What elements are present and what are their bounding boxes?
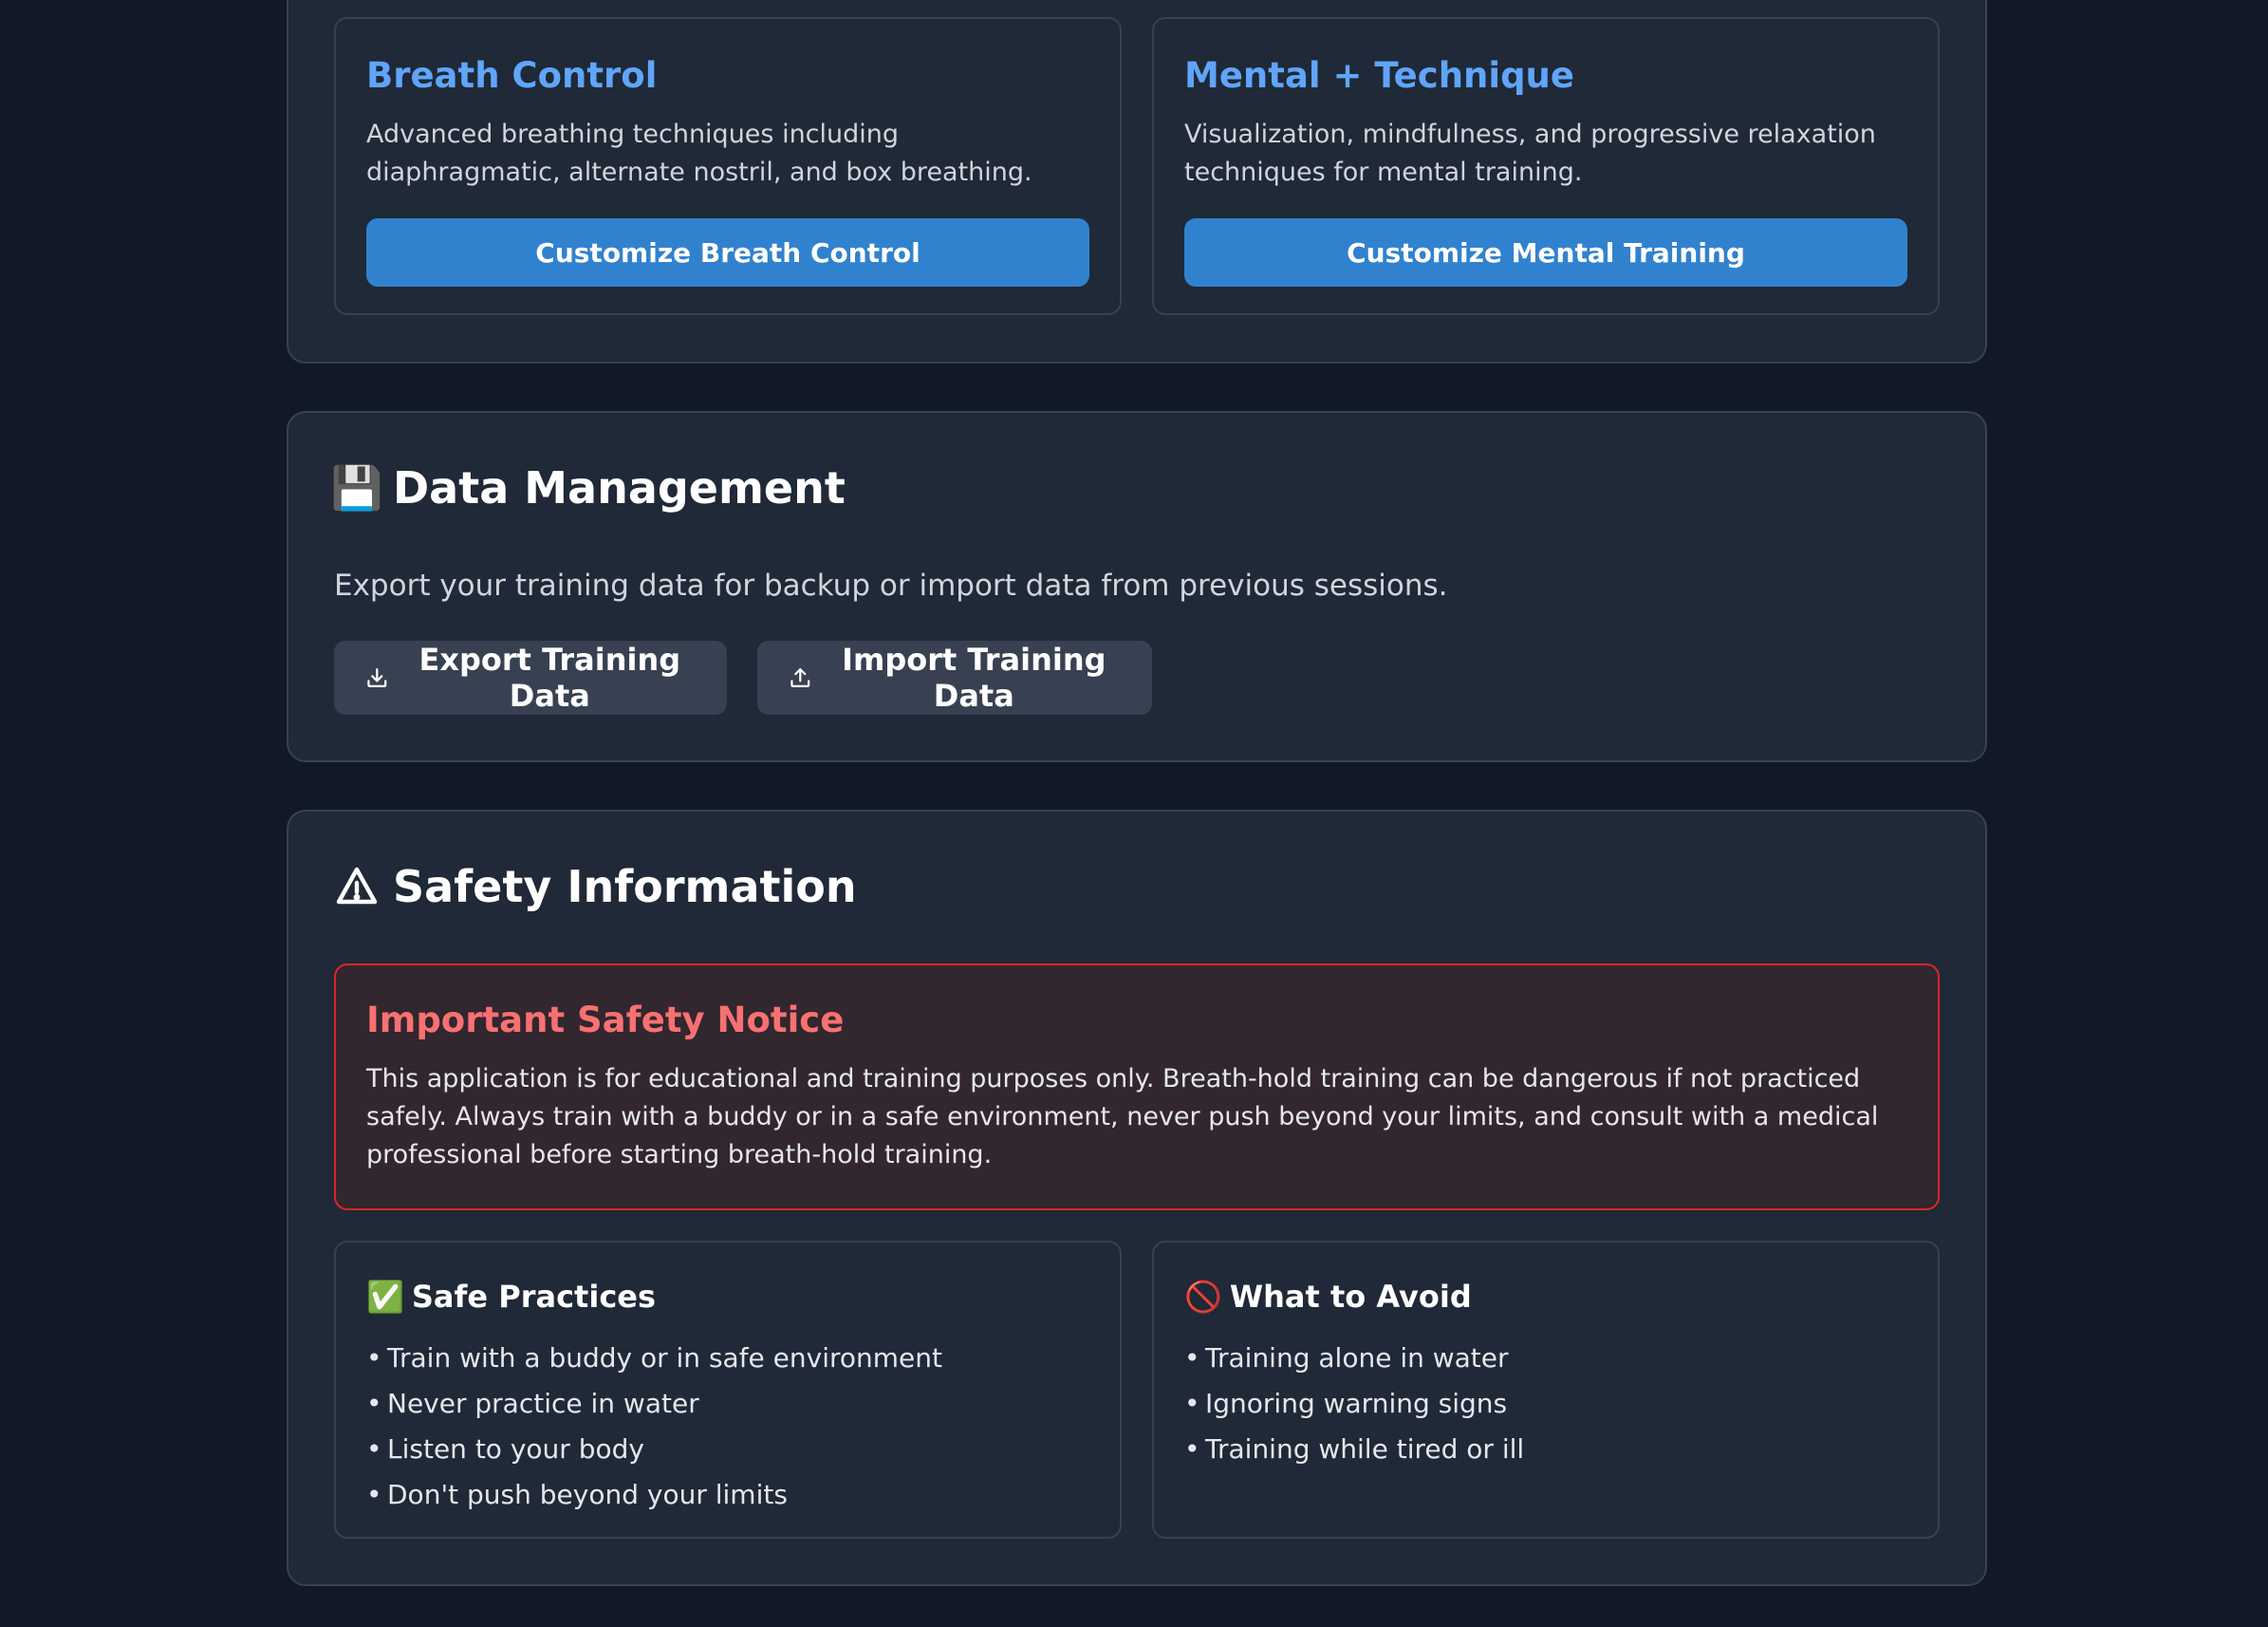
safety-section: Safety Information Important Safety Noti… (287, 810, 1987, 1586)
card-description: Visualization, mindfulness, and progress… (1184, 120, 1876, 187)
prohibited-icon: 🚫 (1184, 1279, 1222, 1315)
safe-practices-card: ✅ Safe Practices • Train with a buddy or … (334, 1241, 1122, 1539)
card-title-text: What to Avoid (1229, 1279, 1472, 1315)
section-title: Safety Information (393, 861, 857, 912)
list-item: • Training while tired or ill (1184, 1433, 1525, 1465)
import-button-label: Import Training Data (842, 642, 1106, 714)
floppy-disk-icon: 💾 (330, 464, 383, 513)
section-heading: Safety Information (334, 861, 857, 912)
list-item: • Training alone in water (1184, 1342, 1509, 1374)
customize-mental-training-button[interactable]: Customize Mental Training (1184, 218, 1907, 287)
card-title: Mental + Technique (1184, 55, 1574, 96)
download-icon (367, 668, 387, 687)
breath-control-card: Breath Control Advanced breathing techni… (334, 17, 1122, 315)
export-data-button[interactable]: Export Training Data (334, 641, 727, 715)
import-data-button[interactable]: Import Training Data (757, 641, 1152, 715)
mental-technique-card: Mental + Technique Visualization, mindfu… (1152, 17, 1940, 315)
list-item: • Don't push beyond your limits (366, 1479, 788, 1510)
what-to-avoid-list: • Training alone in water • Ignoring warni… (1184, 1336, 1524, 1472)
customize-breath-control-button[interactable]: Customize Breath Control (366, 218, 1089, 287)
section-heading: 💾 Data Management (330, 462, 846, 514)
card-title: Breath Control (366, 55, 658, 96)
techniques-section: Breath Control Advanced breathing techni… (287, 0, 1987, 364)
what-to-avoid-card: 🚫 What to Avoid • Training alone in water… (1152, 1241, 1940, 1539)
card-title: ✅ Safe Practices (366, 1279, 656, 1315)
notice-title: Important Safety Notice (366, 1000, 845, 1040)
page: Breath Control Advanced breathing techni… (0, 0, 2268, 1627)
section-title: Data Management (393, 462, 846, 514)
safe-practices-list: • Train with a buddy or in safe environme… (366, 1336, 942, 1518)
card-title: 🚫 What to Avoid (1184, 1279, 1472, 1315)
card-title-text: Safe Practices (411, 1279, 657, 1315)
list-item: • Train with a buddy or in safe environme… (366, 1342, 943, 1374)
list-item: • Listen to your body (366, 1433, 644, 1465)
warning-icon (336, 867, 378, 905)
card-description: Advanced breathing techniques including … (366, 120, 1032, 187)
safety-notice: Important Safety Notice This application… (334, 963, 1940, 1210)
list-item: • Never practice in water (366, 1388, 699, 1419)
notice-text: This application is for educational and … (366, 1064, 1879, 1169)
upload-icon (790, 668, 810, 687)
list-item: • Ignoring warning signs (1184, 1388, 1508, 1419)
data-management-section: 💾 Data Management Export your training d… (287, 411, 1987, 762)
export-button-label: Export Training Data (418, 642, 681, 714)
section-description: Export your training data for backup or … (334, 569, 1448, 603)
check-mark-icon: ✅ (366, 1279, 404, 1315)
